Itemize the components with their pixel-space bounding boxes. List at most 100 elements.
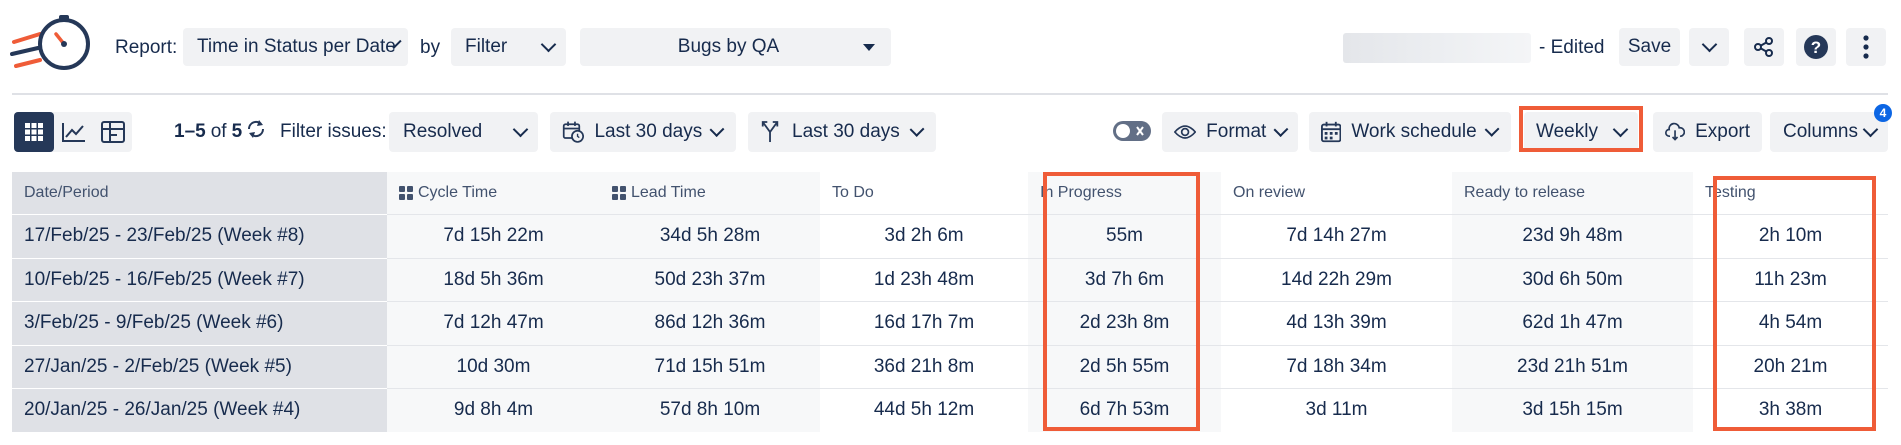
save-options-button[interactable] [1689, 28, 1729, 66]
header-label: To Do [832, 184, 874, 201]
grid-view-button[interactable] [14, 112, 54, 152]
svg-text:?: ? [1811, 38, 1821, 57]
cell-ready-to-release[interactable]: 23d 9h 48m [1452, 214, 1693, 258]
column-header-date-period[interactable]: Date/Period [12, 172, 387, 214]
cell-lead-time[interactable]: 71d 15h 51m [600, 344, 820, 388]
cell-ready-to-release[interactable]: 62d 1h 47m [1452, 301, 1693, 345]
cell-cycle-time[interactable]: 10d 30m [387, 344, 600, 388]
cell-on-review[interactable]: 4d 13h 39m [1221, 301, 1452, 345]
filter-type-select[interactable]: Filter [451, 28, 566, 66]
work-schedule-label: Work schedule [1351, 121, 1477, 142]
chevron-down-icon [1701, 36, 1717, 52]
cell-ready-to-release[interactable]: 23d 21h 51m [1452, 344, 1693, 388]
app-logo-icon [10, 12, 92, 78]
cell-on-review[interactable]: 7d 18h 34m [1221, 344, 1452, 388]
cell-value: 18d 5h 36m [443, 268, 544, 290]
report-type-value: Time in Status per Date [197, 36, 396, 57]
cell-to-do[interactable]: 16d 17h 7m [820, 301, 1028, 345]
chart-view-button[interactable] [56, 112, 92, 152]
cell-lead-time[interactable]: 57d 8h 10m [600, 388, 820, 432]
export-button[interactable]: Export [1653, 112, 1762, 152]
cell-to-do[interactable]: 1d 23h 48m [820, 257, 1028, 301]
grid-view-icon [25, 123, 43, 141]
cell-value: 10/Feb/25 - 16/Feb/25 (Week #7) [24, 268, 305, 290]
cell-cycle-time[interactable]: 18d 5h 36m [387, 257, 600, 301]
cell-value: 23d 21h 51m [1517, 355, 1628, 377]
cell-to-do[interactable]: 3d 2h 6m [820, 214, 1028, 258]
format-label: Format [1206, 121, 1267, 142]
share-button[interactable] [1744, 28, 1784, 66]
more-vertical-icon [1863, 35, 1869, 59]
header-label: On review [1233, 184, 1306, 201]
toggle-icon [1113, 121, 1151, 141]
toggle-switch[interactable] [1112, 120, 1152, 142]
refresh-button[interactable] [245, 118, 269, 142]
cell-cycle-time[interactable]: 7d 15h 22m [387, 214, 600, 258]
calendar-clock-icon [562, 121, 585, 143]
cell-value: 9d 8h 4m [453, 399, 534, 421]
pivot-view-button[interactable] [94, 112, 132, 152]
date-range-select-1[interactable]: Last 30 days [550, 112, 736, 152]
cell-value: 71d 15h 51m [654, 355, 766, 377]
result-count: 1–5 of 5 [174, 121, 242, 143]
save-button[interactable]: Save [1619, 28, 1680, 66]
report-name-field[interactable] [1343, 33, 1531, 63]
save-label: Save [1627, 36, 1672, 57]
cell-to-do[interactable]: 44d 5h 12m [820, 388, 1028, 432]
more-menu-button[interactable] [1846, 28, 1886, 66]
table-row: 3/Feb/25 - 9/Feb/25 (Week #6) 7d 12h 47m 8… [12, 301, 1888, 345]
cell-value: 34d 5h 28m [659, 225, 761, 247]
column-header-ready-to-release[interactable]: Ready to release [1452, 172, 1693, 214]
by-label: by [420, 37, 441, 58]
columns-count-badge: 4 [1874, 104, 1892, 122]
cell-ready-to-release[interactable]: 30d 6h 50m [1452, 257, 1693, 301]
column-header-on-review[interactable]: On review [1221, 172, 1452, 214]
report-type-select[interactable]: Time in Status per Date [183, 28, 408, 66]
filter-type-value: Filter [465, 36, 508, 57]
header-divider [12, 93, 1888, 95]
count-total: 5 [231, 121, 243, 142]
column-header-lead-time[interactable]: Lead Time [600, 172, 820, 214]
cell-value: 3/Feb/25 - 9/Feb/25 (Week #6) [24, 312, 284, 334]
period-select-highlight [1519, 106, 1643, 152]
column-header-cycle-time[interactable]: Cycle Time [387, 172, 600, 214]
grid-icon [399, 186, 413, 200]
cell-lead-time[interactable]: 50d 23h 37m [600, 257, 820, 301]
columns-button[interactable]: Columns [1770, 112, 1888, 152]
table-row: 17/Feb/25 - 23/Feb/25 (Week #8) 7d 15h 22… [12, 214, 1888, 258]
time-in-status-table: Date/Period Cycle Time Lead Time To Do I… [12, 172, 1888, 432]
cell-on-review[interactable]: 7d 14h 27m [1221, 214, 1452, 258]
cell-to-do[interactable]: 36d 21h 8m [820, 344, 1028, 388]
cell-on-review[interactable]: 3d 11m [1221, 388, 1452, 432]
cell-value: 23d 9h 48m [1522, 225, 1623, 247]
table-body: 17/Feb/25 - 23/Feb/25 (Week #8) 7d 15h 22… [12, 214, 1888, 432]
cell-date-period: 27/Jan/25 - 2/Feb/25 (Week #5) [12, 344, 387, 388]
cell-value: 36d 21h 8m [873, 355, 975, 377]
cell-cycle-time[interactable]: 7d 12h 47m [387, 301, 600, 345]
cell-value: 50d 23h 37m [654, 268, 766, 290]
column-header-to-do[interactable]: To Do [820, 172, 1028, 214]
cell-ready-to-release[interactable]: 3d 15h 15m [1452, 388, 1693, 432]
cell-lead-time[interactable]: 86d 12h 36m [600, 301, 820, 345]
chevron-down-icon [1273, 121, 1289, 137]
chevron-down-icon [863, 43, 875, 51]
refresh-icon [247, 120, 265, 138]
cell-value: 16d 17h 7m [873, 312, 975, 334]
cell-on-review[interactable]: 14d 22h 29m [1221, 257, 1452, 301]
cell-value: 3d 15h 15m [1522, 399, 1623, 421]
calendar-icon [1321, 121, 1342, 143]
work-schedule-button[interactable]: Work schedule [1309, 112, 1511, 152]
cell-date-period: 3/Feb/25 - 9/Feb/25 (Week #6) [12, 301, 387, 345]
cell-value: 30d 6h 50m [1522, 268, 1623, 290]
cell-lead-time[interactable]: 34d 5h 28m [600, 214, 820, 258]
chevron-down-icon [540, 36, 557, 52]
pivot-view-icon [101, 121, 125, 143]
cloud-download-icon [1665, 122, 1686, 141]
report-label: Report: [115, 37, 178, 58]
format-button[interactable]: Format [1162, 112, 1298, 152]
filter-name-select[interactable]: Bugs by QA [580, 28, 891, 66]
help-button[interactable]: ? [1796, 28, 1836, 66]
cell-cycle-time[interactable]: 9d 8h 4m [387, 388, 600, 432]
date-range-select-2[interactable]: Last 30 days [748, 112, 936, 152]
filter-issues-select[interactable]: Resolved [389, 112, 538, 152]
